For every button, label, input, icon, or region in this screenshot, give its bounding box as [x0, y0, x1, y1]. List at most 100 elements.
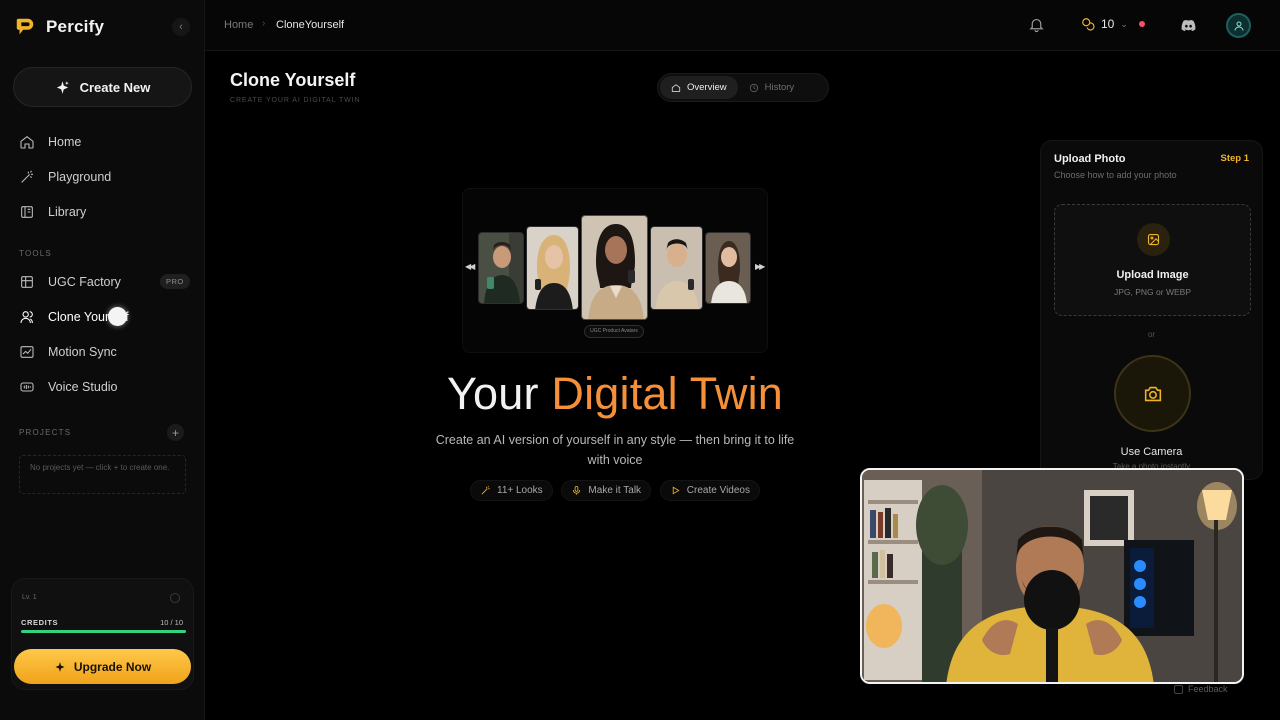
- breadcrumb-current: CloneYourself: [276, 19, 345, 31]
- sidebar-item-ugc-factory[interactable]: UGC Factory PRO: [0, 264, 205, 299]
- feature-looks: 11+ Looks: [470, 479, 553, 501]
- home-icon: [20, 135, 34, 149]
- sidebar-item-library[interactable]: Library: [0, 194, 205, 229]
- sidebar-item-voice-studio[interactable]: Voice Studio: [0, 369, 205, 404]
- sidebar-item-motion-sync[interactable]: Motion Sync: [0, 334, 205, 369]
- showcase-caption: UGC Product Avatars: [584, 325, 644, 338]
- fast-forward-icon: ▶▶: [755, 262, 765, 271]
- use-camera-button[interactable]: [1114, 355, 1191, 432]
- credits-progress-fill: [21, 630, 186, 633]
- avatar-portrait: [479, 233, 523, 303]
- sidebar-item-label: Library: [48, 204, 87, 219]
- feature-list: 11+ Looks Make it Talk Create Videos: [470, 478, 760, 502]
- level-label: Lv. 1: [22, 594, 37, 601]
- avatar-portrait: [582, 216, 647, 319]
- grid-icon: [21, 275, 33, 288]
- feature-videos: Create Videos: [659, 479, 760, 501]
- chevron-down-icon: ⌄: [1120, 18, 1128, 29]
- play-icon: [672, 486, 680, 494]
- sparkle-icon: [56, 80, 69, 94]
- notification-dot: [1138, 21, 1145, 27]
- coins-count: 10: [1101, 17, 1115, 31]
- bell-icon[interactable]: [1028, 16, 1045, 33]
- feedback-label: Feedback: [1188, 684, 1228, 694]
- view-tabs: Overview History: [657, 73, 829, 102]
- avatar-card: [526, 226, 579, 310]
- credits-label: CREDITS: [21, 618, 59, 627]
- feature-label: Make it Talk: [588, 484, 642, 496]
- breadcrumb-separator-icon: ›: [262, 18, 266, 29]
- brand-name: Percify: [46, 17, 105, 36]
- upload-image-title: Upload Image: [1116, 269, 1189, 281]
- upgrade-label: Upgrade Now: [73, 659, 152, 674]
- sidebar-item-label: Home: [48, 134, 82, 149]
- sidebar-item-label: Voice Studio: [48, 379, 118, 394]
- camera-icon: [1144, 386, 1161, 401]
- wand-icon: [481, 485, 490, 494]
- tools-nav: UGC Factory PRO Clone Yourself Motion Sy…: [0, 264, 205, 404]
- feature-label: 11+ Looks: [497, 484, 543, 496]
- upload-image-dropzone[interactable]: Upload Image JPG, PNG or WEBP: [1054, 204, 1251, 316]
- discord-icon[interactable]: [1180, 17, 1197, 34]
- plus-icon: +: [171, 425, 179, 440]
- avatar-portrait: [527, 227, 578, 309]
- collapse-sidebar-button[interactable]: ‹: [172, 18, 190, 36]
- info-icon[interactable]: [170, 593, 180, 603]
- avatar-card: [705, 232, 751, 304]
- percify-logo-icon: [16, 18, 34, 35]
- create-new-label: Create New: [79, 79, 151, 95]
- sidebar-item-label: Playground: [48, 169, 112, 184]
- chart-icon: [20, 345, 34, 358]
- wand-icon: [21, 170, 33, 183]
- chat-icon: [1174, 684, 1183, 694]
- audio-icon: [20, 381, 34, 392]
- image-icon: [1137, 223, 1170, 256]
- hero-title: Your Digital Twin: [380, 368, 850, 420]
- upgrade-now-button[interactable]: Upgrade Now: [14, 649, 191, 684]
- breadcrumb-home[interactable]: Home: [224, 19, 253, 31]
- sidebar-item-home[interactable]: Home: [0, 124, 205, 159]
- credits-value: 10 / 10: [160, 618, 183, 627]
- sparkle-icon: [55, 661, 65, 672]
- use-camera-title: Use Camera: [1120, 446, 1183, 458]
- step-indicator: Step 1: [1220, 153, 1249, 164]
- upload-panel-title: Upload Photo: [1054, 153, 1126, 165]
- avatar-card: [478, 232, 524, 304]
- upload-image-formats: JPG, PNG or WEBP: [1114, 287, 1191, 297]
- sidebar-item-clone-yourself[interactable]: Clone Yourself: [0, 299, 205, 334]
- add-project-button[interactable]: +: [167, 424, 184, 441]
- feedback-link[interactable]: Feedback: [1174, 684, 1228, 694]
- brand[interactable]: Percify: [14, 16, 104, 38]
- avatar-portrait: [706, 233, 750, 303]
- tab-label: History: [764, 82, 795, 93]
- users-icon: [20, 310, 33, 323]
- webcam-overlay: [860, 468, 1244, 684]
- top-bar: Home › CloneYourself 10 ⌄: [205, 0, 1280, 51]
- page-subtitle: CREATE YOUR AI DIGITAL TWIN: [230, 97, 361, 104]
- page-title: Clone Yourself: [230, 70, 356, 90]
- credits-progress-bar: [21, 630, 186, 633]
- chevron-left-icon: ‹: [179, 21, 183, 33]
- avatar-card: [581, 215, 648, 320]
- clock-icon: [749, 83, 758, 92]
- coins-dropdown[interactable]: 10 ⌄: [1081, 17, 1145, 31]
- hero-title-accent: Digital Twin: [551, 368, 784, 419]
- upload-panel-subtitle: Choose how to add your photo: [1054, 170, 1177, 180]
- create-new-button[interactable]: Create New: [13, 67, 192, 107]
- rewind-icon: ◀◀: [465, 262, 475, 271]
- sidebar-item-playground[interactable]: Playground: [0, 159, 205, 194]
- home-icon: [671, 83, 681, 92]
- avatar-card: [650, 226, 703, 310]
- library-icon: [21, 205, 33, 218]
- webcam-video-frame: [862, 470, 1242, 682]
- no-projects-placeholder: No projects yet — click + to create one.: [19, 455, 186, 494]
- mouse-cursor: [108, 307, 127, 326]
- sidebar: Percify ‹ Create New Home Playground Lib…: [0, 0, 205, 720]
- tab-label: Overview: [687, 82, 727, 93]
- user-avatar[interactable]: [1226, 13, 1251, 38]
- mic-icon: [573, 485, 581, 495]
- tab-history[interactable]: History: [738, 76, 806, 99]
- hero-description: Create an AI version of yourself in any …: [435, 433, 795, 467]
- tab-overview[interactable]: Overview: [660, 76, 738, 99]
- upload-photo-panel: Upload Photo Step 1 Choose how to add yo…: [1040, 140, 1263, 480]
